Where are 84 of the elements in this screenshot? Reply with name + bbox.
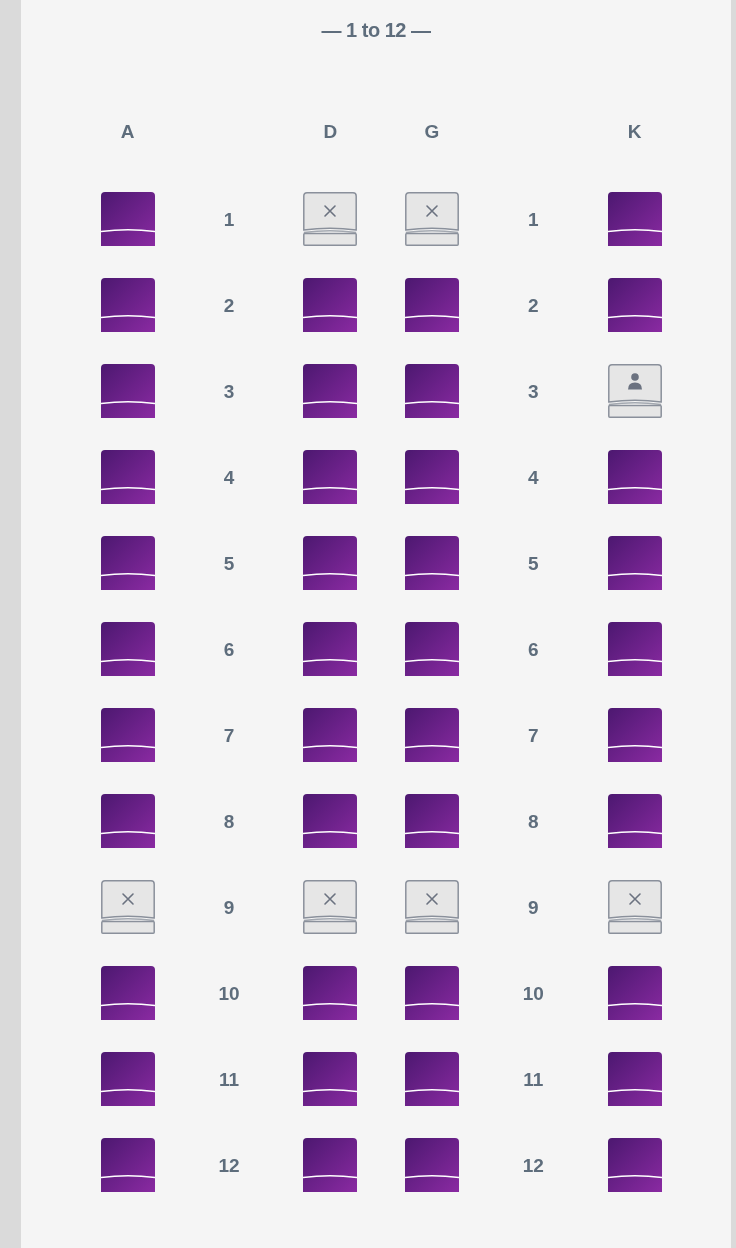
seat[interactable]: [100, 192, 155, 246]
seat[interactable]: [100, 536, 155, 590]
x-mark-icon: [324, 205, 337, 217]
row-number: 2: [223, 294, 235, 318]
seat[interactable]: [607, 708, 662, 762]
seat[interactable]: [303, 536, 358, 590]
row-number: 2: [527, 294, 539, 318]
section-title: — 1 to 12 —: [321, 18, 431, 43]
x-mark-icon: [324, 893, 337, 905]
seat[interactable]: [100, 622, 155, 676]
seat[interactable]: [404, 278, 459, 332]
unavailable-seat[interactable]: [404, 880, 459, 934]
column-label: A: [120, 120, 135, 144]
unavailable-seat[interactable]: [303, 880, 358, 934]
row-number: 9: [223, 896, 235, 920]
x-mark-icon: [121, 893, 134, 905]
x-mark-icon: [426, 893, 438, 905]
seat[interactable]: [607, 966, 662, 1020]
seat[interactable]: [607, 278, 662, 332]
occupied-seat[interactable]: [607, 364, 662, 418]
seat[interactable]: [404, 708, 459, 762]
row-number: 7: [223, 724, 235, 748]
seat[interactable]: [100, 364, 155, 418]
row-number: 6: [527, 638, 539, 662]
seat[interactable]: [607, 622, 662, 676]
seat[interactable]: [100, 1138, 155, 1192]
seat[interactable]: [303, 364, 358, 418]
row-number: 5: [223, 552, 235, 576]
unavailable-seat[interactable]: [100, 880, 155, 934]
x-mark-icon: [426, 205, 438, 217]
unavailable-seat[interactable]: [303, 192, 358, 246]
row-number: 4: [527, 466, 539, 490]
row-number: 10: [522, 982, 544, 1006]
seat[interactable]: [607, 192, 662, 246]
person-icon: [627, 373, 642, 390]
row-number: 3: [527, 380, 539, 404]
row-number: 8: [223, 810, 235, 834]
seat[interactable]: [303, 450, 358, 504]
seat[interactable]: [404, 966, 459, 1020]
seat[interactable]: [303, 1138, 358, 1192]
column-label: G: [424, 120, 440, 144]
seat[interactable]: [607, 1138, 662, 1192]
seat[interactable]: [100, 966, 155, 1020]
seat[interactable]: [303, 622, 358, 676]
row-number: 1: [223, 208, 235, 232]
seat[interactable]: [100, 708, 155, 762]
seat[interactable]: [404, 1138, 459, 1192]
seat[interactable]: [100, 278, 155, 332]
unavailable-seat[interactable]: [607, 880, 662, 934]
seat[interactable]: [303, 278, 358, 332]
row-number: 9: [527, 896, 539, 920]
seat[interactable]: [100, 1052, 155, 1106]
row-number: 7: [527, 724, 539, 748]
column-label: K: [627, 120, 642, 144]
seat[interactable]: [404, 622, 459, 676]
seat[interactable]: [607, 794, 662, 848]
seat[interactable]: [607, 450, 662, 504]
row-number: 11: [219, 1068, 240, 1092]
x-mark-icon: [628, 893, 641, 905]
row-number: 6: [223, 638, 235, 662]
seat[interactable]: [100, 450, 155, 504]
seat[interactable]: [303, 708, 358, 762]
seat[interactable]: [404, 1052, 459, 1106]
row-number: 8: [527, 810, 539, 834]
row-number: 3: [223, 380, 235, 404]
seat[interactable]: [404, 794, 459, 848]
seat[interactable]: [303, 794, 358, 848]
seat[interactable]: [607, 1052, 662, 1106]
row-number: 12: [522, 1154, 544, 1178]
seat[interactable]: [404, 364, 459, 418]
row-number: 11: [523, 1068, 544, 1092]
seat[interactable]: [303, 1052, 358, 1106]
row-number: 4: [223, 466, 235, 490]
seat[interactable]: [303, 966, 358, 1020]
row-number: 12: [218, 1154, 240, 1178]
column-label: D: [323, 120, 338, 144]
seat[interactable]: [607, 536, 662, 590]
row-number: 10: [218, 982, 240, 1006]
row-number: 1: [527, 208, 539, 232]
seat[interactable]: [404, 450, 459, 504]
seat[interactable]: [404, 536, 459, 590]
unavailable-seat[interactable]: [404, 192, 459, 246]
row-number: 5: [527, 552, 539, 576]
seat[interactable]: [100, 794, 155, 848]
